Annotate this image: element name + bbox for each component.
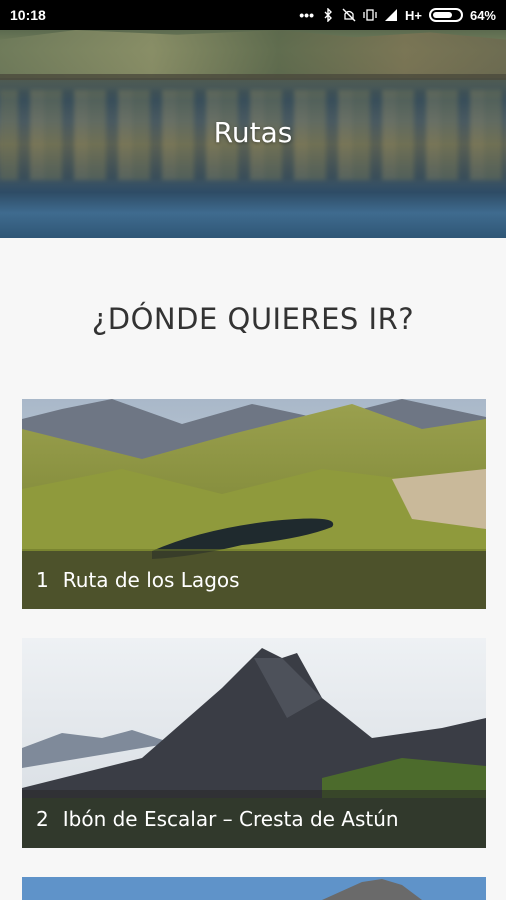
signal-icon [384,9,397,21]
network-type: H+ [404,7,422,23]
route-1-caption: 1 Ruta de los Lagos [22,551,486,609]
route-3-image [22,877,486,900]
status-time: 10:18 [10,7,46,23]
route-card-3[interactable] [22,877,486,900]
route-card-1[interactable]: 1 Ruta de los Lagos [22,399,486,609]
route-2-name: Ibón de Escalar – Cresta de Astún [62,807,399,831]
banner-shore [0,74,506,80]
section-title: ¿DÓNDE QUIERES IR? [91,302,415,336]
status-bar: 10:18 ••• H+ 64% [0,0,506,30]
vibrate-icon [363,9,377,21]
bluetooth-icon [324,8,332,22]
more-dots-icon: ••• [299,7,314,23]
mute-icon [342,8,356,22]
page-title: Rutas [213,116,293,149]
battery-icon [428,8,463,22]
header-banner: Rutas [0,30,506,238]
route-1-name: Ruta de los Lagos [62,568,240,592]
banner-mountain-image [0,30,506,78]
status-icons: ••• H+ 64% [299,7,496,23]
route-card-2[interactable]: 2 Ibón de Escalar – Cresta de Astún [22,638,486,848]
route-2-number: 2 [36,807,49,831]
route-2-caption: 2 Ibón de Escalar – Cresta de Astún [22,790,486,848]
route-1-number: 1 [36,568,49,592]
battery-percent: 64% [469,7,496,23]
